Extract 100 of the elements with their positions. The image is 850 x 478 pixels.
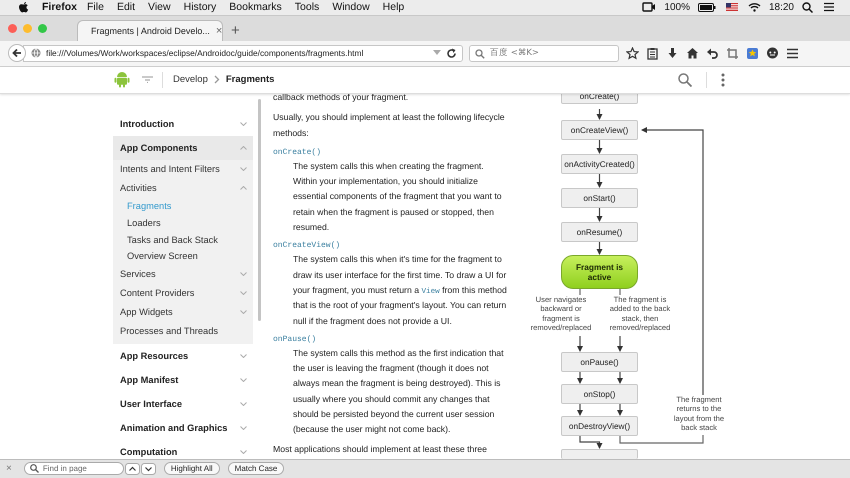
close-find-bar-button[interactable]: × (6, 463, 12, 474)
sidebar-item[interactable]: Processes and Threads (113, 322, 253, 341)
sidebar-item[interactable]: Content Providers (113, 284, 253, 303)
breadcrumb-link[interactable]: Fragments (226, 74, 274, 86)
scrollbar-thumb[interactable] (258, 98, 261, 321)
sidebar-item[interactable]: Overview Screen (113, 248, 253, 265)
step-node: onDestroyView() (561, 416, 638, 436)
url-text: file:///Volumes/Work/workspaces/eclipse/Androidoc/guide/components/fragments.html (46, 48, 364, 58)
clock: 18:20 (768, 2, 794, 13)
arrow (596, 208, 602, 222)
find-option-button[interactable]: Highlight All (164, 462, 220, 476)
filter-icon[interactable] (142, 76, 153, 84)
undo-icon[interactable] (706, 46, 719, 60)
breadcrumb-link[interactable]: Develop (173, 74, 208, 86)
chevron-down-icon[interactable] (240, 122, 247, 126)
method-description: The system calls this method as the first indication that the user is leaving the fragment (though it does not always mean the fragment is being destroyed). This is usually where you should commit any changes that should be persisted beyond the current user session (because the user might not come back). (293, 346, 505, 436)
wifi-icon[interactable] (748, 2, 761, 12)
more-options-icon[interactable] (721, 72, 725, 87)
search-field[interactable]: 百度 <⌘K> (469, 44, 619, 62)
reload-icon[interactable] (446, 48, 457, 59)
sidebar-item[interactable]: Introduction (113, 112, 253, 136)
chat-icon[interactable] (766, 46, 779, 60)
tab-title: Fragments | Android Develo... (91, 26, 210, 36)
arrow (577, 404, 583, 416)
menu-item[interactable]: Edit (116, 1, 136, 14)
arrow (596, 140, 602, 154)
menu-item[interactable]: Help (382, 1, 404, 14)
previous-match-button[interactable] (124, 462, 140, 475)
method-name: onPause() (273, 334, 318, 346)
menu-item[interactable]: History (184, 1, 216, 14)
home-icon[interactable] (686, 46, 699, 60)
extension-icon[interactable] (746, 46, 759, 60)
sidebar-item[interactable]: User Interface (113, 392, 253, 416)
find-field[interactable]: Find in page (24, 462, 124, 476)
menu-icon[interactable] (786, 46, 799, 60)
apple-logo-icon[interactable] (18, 1, 29, 14)
step-node: onResume() (561, 222, 638, 242)
arrow (577, 372, 583, 384)
step-node: onCreateView() (561, 120, 638, 140)
step-node: onPause() (561, 352, 638, 372)
battery-percentage: 100% (664, 2, 690, 13)
browser-tab[interactable]: Fragments | Android Develo... × (77, 20, 223, 41)
find-option-button[interactable]: Match Case (228, 462, 284, 476)
new-tab-button[interactable]: + (231, 22, 240, 38)
flag-icon (726, 3, 738, 12)
list-icon[interactable] (823, 2, 835, 12)
menu-item[interactable]: File (87, 1, 104, 14)
paragraph: Most applications should implement at least these three (273, 442, 488, 456)
sidebar-item[interactable]: Loaders (113, 214, 253, 232)
paragraph: callback methods of your fragment. (273, 94, 410, 104)
arrow (617, 372, 623, 384)
close-tab-button[interactable]: × (216, 24, 222, 37)
paragraph: Usually, you should implement at least the following lifecycle methods: (273, 111, 506, 140)
menu-item[interactable]: Window (332, 1, 370, 14)
arrow (596, 174, 602, 188)
chevron-down-icon[interactable] (240, 354, 247, 358)
sidebar-item[interactable]: Intents and Intent Filters (113, 160, 253, 179)
chevron-down-icon[interactable] (240, 402, 247, 406)
method-description: The system calls this when creating the fragment. Within your implementation, you should initialize essential components of the fragment that you want to retain when the fragment is paused or stopped, then resumed. (293, 160, 503, 234)
chevron-down-icon[interactable] (240, 426, 247, 430)
android-logo-icon[interactable] (114, 71, 130, 88)
menu-item[interactable]: Bookmarks (229, 1, 282, 14)
camera-icon[interactable] (642, 2, 656, 12)
step-node: onStart() (561, 188, 638, 208)
battery-icon[interactable] (698, 2, 716, 12)
app-menu[interactable]: Firefox (42, 1, 78, 14)
back-button[interactable] (8, 44, 26, 62)
chevron-right-icon (214, 75, 220, 84)
search-icon[interactable] (802, 2, 813, 13)
method-name: onCreateView() (273, 240, 342, 252)
globe-icon (31, 48, 41, 58)
sidebar-item[interactable]: Activities (113, 178, 253, 198)
chevron-down-icon[interactable] (240, 450, 247, 454)
sidebar-item[interactable]: App Manifest (113, 368, 253, 392)
arrow (579, 436, 602, 449)
arrow (617, 336, 623, 352)
next-match-button[interactable] (140, 462, 156, 475)
sidebar-item[interactable]: App Resources (113, 344, 253, 368)
sidebar-item[interactable]: Computation (113, 440, 253, 459)
sidebar-item[interactable]: Animation and Graphics (113, 416, 253, 440)
step-node: onStop() (561, 384, 638, 404)
arrow (596, 108, 602, 120)
arrow (596, 242, 602, 255)
crop-icon[interactable] (726, 46, 739, 60)
sidebar-item[interactable]: Services (113, 264, 253, 284)
download-icon[interactable] (666, 46, 679, 60)
sidebar-item[interactable]: Tasks and Back Stack (113, 231, 253, 248)
step-node: onActivityCreated() (561, 154, 638, 174)
sidebar-item[interactable]: App Components (113, 136, 253, 160)
clipboard-icon[interactable] (646, 46, 659, 60)
method-name: onCreate() (273, 146, 322, 159)
star-icon[interactable] (626, 46, 639, 60)
sidebar-item[interactable]: App Widgets (113, 302, 253, 322)
arrow (577, 336, 583, 352)
menu-item[interactable]: Tools (294, 1, 320, 14)
address-bar[interactable]: file:///Volumes/Work/workspaces/eclipse/Androidoc/guide/components/fragments.html (23, 44, 463, 62)
state-node: Fragment is active (561, 254, 638, 289)
chevron-down-icon[interactable] (240, 378, 247, 382)
menu-item[interactable]: View (148, 1, 171, 14)
dropdown-caret-icon[interactable] (433, 50, 441, 56)
